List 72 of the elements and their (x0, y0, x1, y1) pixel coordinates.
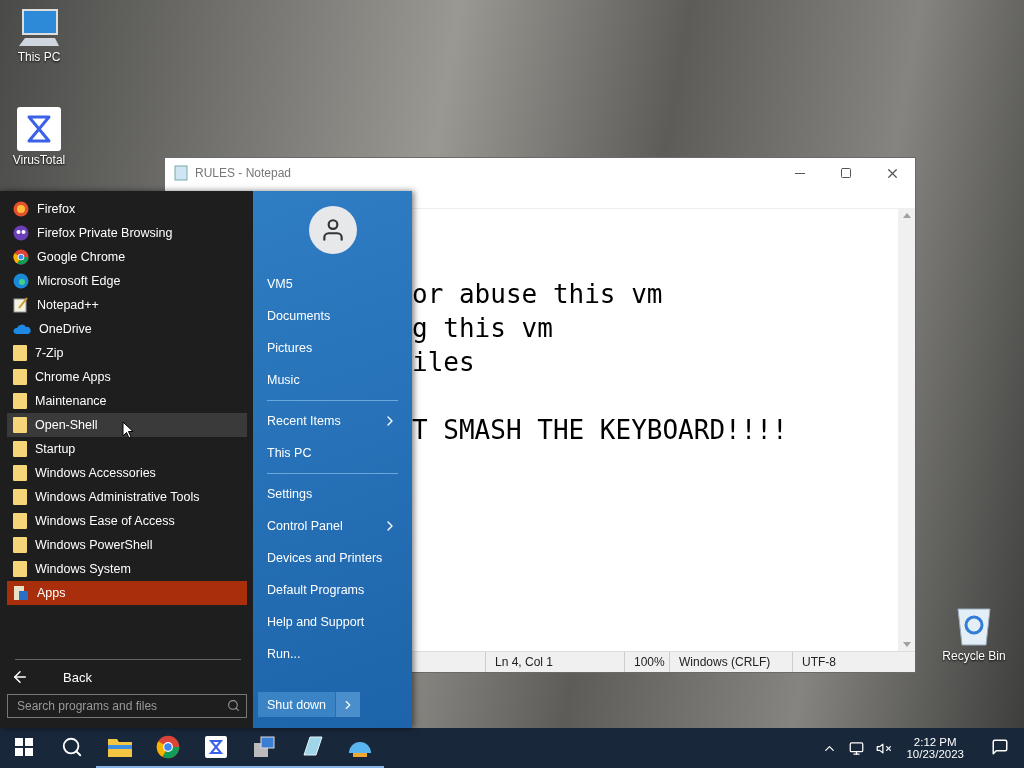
back-arrow-icon (11, 668, 29, 686)
program-item[interactable]: Notepad++ (7, 293, 247, 317)
program-item[interactable]: Windows PowerShell (7, 533, 247, 557)
network-icon[interactable] (849, 740, 865, 756)
desktop-icon-label[interactable]: This PC (17, 50, 61, 64)
search-icon (227, 699, 240, 712)
text-line: or abuse this vm (412, 278, 664, 311)
program-item[interactable]: Windows Accessories (7, 461, 247, 485)
program-item[interactable]: Maintenance (7, 389, 247, 413)
search-icon (61, 736, 83, 758)
folder-icon (13, 393, 27, 409)
program-item[interactable]: Open-Shell (7, 413, 247, 437)
text-line: T SMASH THE KEYBOARD!!!! (412, 414, 789, 447)
minimize-icon (795, 172, 805, 174)
menu-item[interactable]: Music (267, 364, 398, 396)
program-item[interactable]: Apps (7, 581, 247, 605)
back-link[interactable]: Back (63, 669, 92, 685)
program-item[interactable]: Firefox Private Browsing (7, 221, 247, 245)
folder-icon (13, 345, 27, 361)
menu-item[interactable]: Recent Items (267, 405, 398, 437)
clock[interactable]: 2:12 PM 10/23/2023 (900, 736, 970, 760)
computer-icon (17, 8, 61, 48)
menu-item[interactable]: Default Programs (267, 574, 398, 606)
desktop-icon-label[interactable]: VirusTotal (12, 153, 66, 167)
mouse-pointer-icon (122, 421, 134, 439)
program-item[interactable]: 7-Zip (7, 341, 247, 365)
folder-icon (13, 369, 27, 385)
program-item[interactable]: Firefox (7, 197, 247, 221)
desktop-icon-label[interactable]: Recycle Bin (942, 649, 1006, 663)
program-item[interactable]: Chrome Apps (7, 365, 247, 389)
text-line: g this vm (412, 312, 554, 345)
folder-icon (13, 513, 27, 529)
window-title: RULES - Notepad (195, 166, 293, 180)
cloud-icon (13, 323, 31, 335)
menu-item[interactable]: Settings (267, 478, 398, 510)
folder-icon (13, 465, 27, 481)
folder-icon (13, 537, 27, 553)
folder-icon (13, 441, 27, 457)
menu-item[interactable]: Devices and Printers (267, 542, 398, 574)
search-field[interactable]: Search programs and files (7, 694, 247, 718)
user-avatar[interactable] (308, 206, 357, 254)
shutdown-button[interactable]: Shut down (258, 692, 336, 717)
folder-icon (13, 489, 27, 505)
folder-icon (13, 561, 27, 577)
chrome-icon (13, 249, 29, 265)
status-text: Windows (CRLF) (669, 652, 792, 672)
text-line: iles (412, 346, 476, 379)
program-item[interactable]: Windows System (7, 557, 247, 581)
program-item[interactable]: Windows Ease of Access (7, 509, 247, 533)
program-item[interactable]: Windows Administrative Tools (7, 485, 247, 509)
program-item[interactable]: OneDrive (7, 317, 247, 341)
menu-item[interactable]: This PC (267, 437, 398, 469)
windows-logo-icon (15, 738, 33, 756)
menu-item[interactable]: Help and Support (267, 606, 398, 638)
menu-item[interactable]: Control Panel (267, 510, 398, 542)
menu-item[interactable]: Run... (267, 638, 398, 670)
shutdown-options-button[interactable] (335, 692, 361, 717)
apps-icon (13, 585, 29, 601)
folder-icon (13, 417, 27, 433)
maximize-icon (840, 167, 852, 179)
menu-item[interactable]: Documents (267, 300, 398, 332)
menu-item[interactable]: Pictures (267, 332, 398, 364)
program-item[interactable]: Microsoft Edge (7, 269, 247, 293)
status-text: Ln 4, Col 1 (485, 652, 624, 672)
menu-item[interactable]: VM5 (267, 268, 398, 300)
message-icon (991, 738, 1009, 756)
program-item[interactable]: Google Chrome (7, 245, 247, 269)
status-text: UTF-8 (792, 652, 915, 672)
chrome-icon (156, 735, 180, 759)
status-text: 100% (624, 652, 669, 672)
folder-icon (108, 737, 132, 757)
program-item[interactable]: Startup (7, 437, 247, 461)
